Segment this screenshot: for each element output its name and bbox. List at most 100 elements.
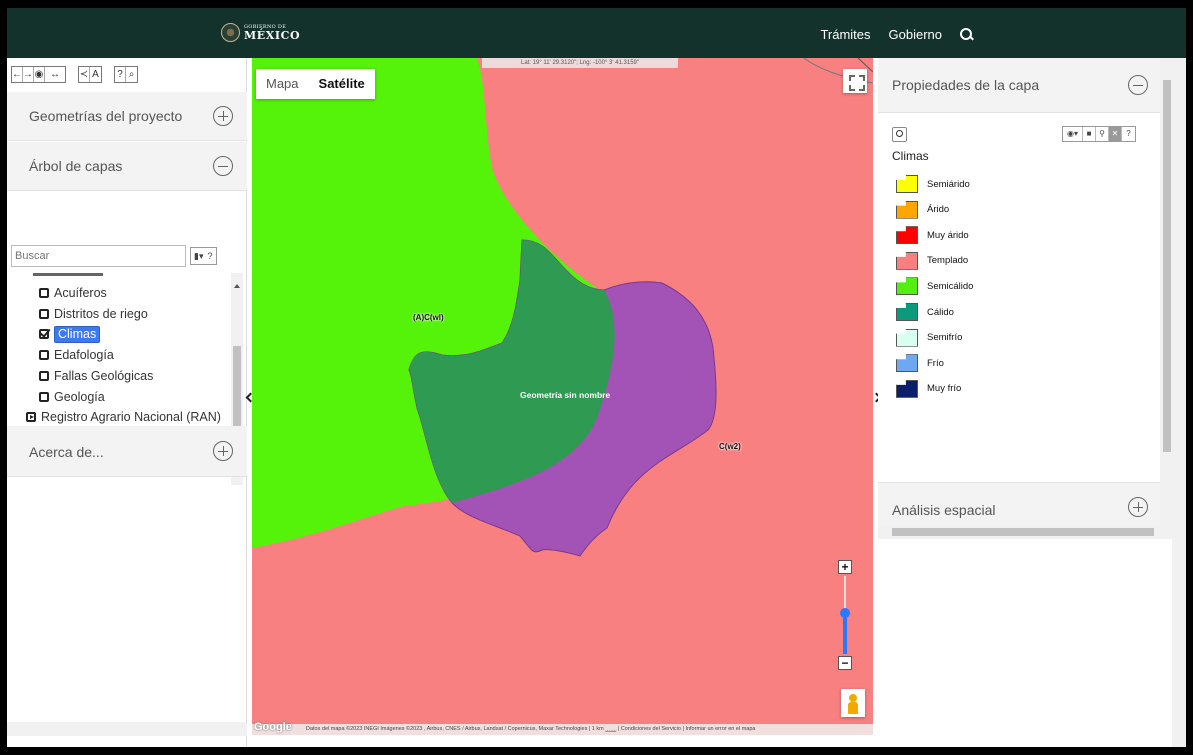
nav-tramites[interactable]: Trámites <box>820 27 870 42</box>
zoom-out-button[interactable]: − <box>838 656 852 670</box>
arbol-section[interactable]: Árbol de capas <box>7 142 247 191</box>
tree-item-label: Fallas Geológicas <box>54 368 154 383</box>
tree-item[interactable]: Climas <box>39 325 101 343</box>
tree-item[interactable]: Registro Agrario Nacional (RAN) <box>26 408 221 426</box>
help-icon[interactable]: ? <box>1122 127 1135 141</box>
checkbox-icon[interactable] <box>39 350 49 361</box>
map-label-a: (A)C(wl) <box>413 313 444 322</box>
map-type-satelite[interactable]: Satélite <box>309 69 375 99</box>
map-attribution: Datos del mapa ©2023 INEGI Imágenes ©202… <box>252 724 873 735</box>
help-tool-group: ? ⌕ <box>114 66 138 83</box>
checkbox-icon[interactable] <box>39 391 49 402</box>
checkbox-icon[interactable] <box>39 308 49 319</box>
legend-label: Cálido <box>927 306 954 318</box>
coordinate-readout: Lat: 19° 11' 29.3120"; Lng: -100° 3' 41.… <box>482 58 678 68</box>
zoom-search-icon[interactable]: ⌕ <box>126 67 137 82</box>
help-icon: ? <box>207 251 213 261</box>
collapse-arbol-icon[interactable] <box>213 156 233 176</box>
remove-layer-icon[interactable]: ✕ <box>1109 127 1122 141</box>
fullscreen-icon[interactable] <box>843 69 867 93</box>
props-title: Propiedades de la capa <box>892 77 1040 93</box>
share-tool-group: ≺ A <box>78 66 102 83</box>
expand-geometrias-icon[interactable] <box>213 106 233 126</box>
legend-item: Templado <box>896 251 968 271</box>
analisis-section[interactable]: Análisis espacial <box>878 482 1160 525</box>
tree-item[interactable]: Edafología <box>39 346 114 364</box>
forward-icon[interactable]: → <box>23 67 34 82</box>
right-hscroll-thumb[interactable] <box>892 528 1154 536</box>
collapse-props-icon[interactable] <box>1128 75 1148 95</box>
nav-gobierno[interactable]: Gobierno <box>889 27 942 42</box>
legend-label: Semiárido <box>927 178 970 190</box>
layer-search-row: ▮▾ ? <box>11 245 243 269</box>
left-horizontal-scrollbar[interactable] <box>7 722 247 736</box>
left-panel: ← → ◉ ↔ ≺ A ? ⌕ Geometrías del proyecto … <box>7 58 247 747</box>
map-label-geometria: Geometría sin nombre <box>520 390 611 400</box>
geometrias-label: Geometrías del proyecto <box>29 108 183 124</box>
pegman-icon[interactable] <box>841 689 865 717</box>
legend-swatch <box>896 175 918 193</box>
zoom-in-button[interactable]: + <box>838 560 852 574</box>
app-window: GOBIERNO DE MÉXICO Trámites Gobierno ← →… <box>7 8 1186 747</box>
legend-item: Muy frío <box>896 379 961 399</box>
legend-item: Semicálido <box>896 276 973 296</box>
visibility-icon[interactable]: ◉▾ <box>1063 127 1083 141</box>
tree-item-label: Acuíferos <box>54 286 107 300</box>
legend-label: Semifrío <box>927 332 963 344</box>
locate-icon[interactable]: ◉ <box>34 67 45 82</box>
zoom-slider-handle[interactable] <box>840 608 850 618</box>
layer-search-input[interactable] <box>11 245 186 267</box>
right-horizontal-scrollbar[interactable] <box>878 525 1174 539</box>
acerca-label: Acerca de... <box>29 444 104 460</box>
pin-icon[interactable]: ⚲ <box>1096 127 1109 141</box>
analisis-label: Análisis espacial <box>892 502 996 518</box>
legend-swatch <box>896 354 918 373</box>
tree-item[interactable]: Distritos de riego <box>39 305 148 323</box>
measure-icon[interactable]: ↔ <box>45 67 65 82</box>
zoom-level-fill <box>843 612 847 654</box>
legend-item: Semifrío <box>896 328 962 348</box>
tree-item[interactable]: Acuíferos <box>39 284 107 302</box>
map-canvas[interactable]: Lat: 19° 11' 29.3120"; Lng: -100° 3' 41.… <box>252 58 873 735</box>
share-icon[interactable]: ≺ <box>79 67 90 82</box>
page-scrollbar[interactable] <box>1172 58 1186 747</box>
tree-item[interactable]: Geología <box>39 388 105 406</box>
tree-item[interactable]: Fallas Geológicas <box>39 367 153 385</box>
legend-item: Frío <box>896 353 944 373</box>
gobierno-logo[interactable]: GOBIERNO DE MÉXICO <box>221 23 300 42</box>
checked-checkbox-icon[interactable] <box>39 329 49 340</box>
map-label-c: C(w2) <box>719 442 741 451</box>
map-filter-tool[interactable]: ▮▾ ? <box>190 247 217 265</box>
seal-icon <box>221 23 240 42</box>
tree-item-label: Geología <box>54 389 105 404</box>
tree-item-partial <box>33 273 103 283</box>
checkbox-icon[interactable] <box>39 370 49 381</box>
top-nav: Trámites Gobierno <box>820 27 974 42</box>
geometrias-section[interactable]: Geometrías del proyecto <box>7 92 247 141</box>
search-icon[interactable] <box>960 27 974 42</box>
text-icon[interactable]: A <box>90 67 101 82</box>
map-type-mapa[interactable]: Mapa <box>256 69 309 99</box>
top-bar: GOBIERNO DE MÉXICO Trámites Gobierno <box>7 8 1186 58</box>
props-section[interactable]: Propiedades de la capa <box>878 58 1160 113</box>
legend-item: Árido <box>896 200 949 220</box>
checkbox-icon[interactable] <box>39 288 49 298</box>
legend-swatch <box>896 200 918 219</box>
acerca-section[interactable]: Acerca de... <box>7 426 247 477</box>
back-icon[interactable]: ← <box>12 67 23 82</box>
help-icon[interactable]: ? <box>115 67 126 82</box>
right-scroll-thumb[interactable] <box>1163 80 1171 452</box>
legend-swatch <box>896 277 918 296</box>
zoom-to-layer-icon[interactable] <box>892 127 907 142</box>
map-icon: ▮▾ <box>194 250 204 261</box>
map-type-switch: Mapa Satélite <box>256 69 375 99</box>
legend-swatch <box>896 328 918 347</box>
expand-analisis-icon[interactable] <box>1128 497 1148 517</box>
legend-label: Semicálido <box>927 280 974 292</box>
expand-folder-icon[interactable] <box>26 412 36 423</box>
legend-swatch <box>896 226 918 245</box>
layer-title: Climas <box>892 149 929 163</box>
folder-icon[interactable]: ■ <box>1083 127 1096 141</box>
expand-acerca-icon[interactable] <box>213 441 233 461</box>
scroll-up-icon[interactable] <box>234 284 240 288</box>
